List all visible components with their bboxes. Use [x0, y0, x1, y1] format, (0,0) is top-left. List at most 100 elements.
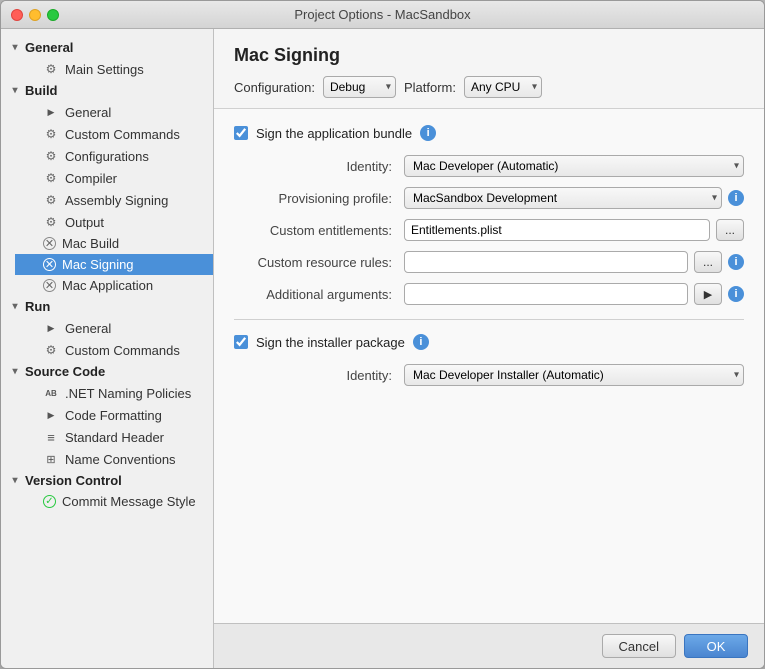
sidebar-item-net-naming[interactable]: AB .NET Naming Policies — [15, 382, 213, 404]
ab-icon: AB — [43, 385, 59, 401]
sidebar-item-build-general[interactable]: ▶ General — [15, 101, 213, 123]
sidebar-item-mac-signing-label: Mac Signing — [62, 257, 134, 272]
sign-installer-info-icon[interactable]: i — [413, 334, 429, 350]
sidebar-item-configurations-label: Configurations — [65, 149, 149, 164]
circle-x-icon: ✕ — [43, 237, 56, 250]
config-select-wrapper: Debug Release — [323, 76, 396, 98]
entitlements-input[interactable] — [404, 219, 710, 241]
gear-icon-3 — [43, 148, 59, 164]
additional-args-info-icon[interactable]: i — [728, 286, 744, 302]
sidebar-item-code-formatting[interactable]: ▶ Code Formatting — [15, 404, 213, 426]
resource-rules-info-icon[interactable]: i — [728, 254, 744, 270]
circle-x-icon-2: ✕ — [43, 279, 56, 292]
gear-icon-6 — [43, 214, 59, 230]
sidebar-item-assembly-signing-label: Assembly Signing — [65, 193, 168, 208]
sidebar-item-compiler[interactable]: Compiler — [15, 167, 213, 189]
sidebar-item-commit-message[interactable]: ✓ Commit Message Style — [15, 491, 213, 512]
sidebar-section-source-label: Source Code — [25, 364, 105, 379]
sign-installer-row: Sign the installer package i — [234, 334, 744, 350]
gear-icon-5 — [43, 192, 59, 208]
sidebar-item-commit-message-label: Commit Message Style — [62, 494, 196, 509]
close-button[interactable] — [11, 9, 23, 21]
expand-arrow-general: ▾ — [9, 42, 21, 54]
sidebar-item-output[interactable]: Output — [15, 211, 213, 233]
expand-arrow-vc: ▾ — [9, 475, 21, 487]
run-group: ▶ General Custom Commands — [1, 317, 213, 361]
additional-args-input[interactable] — [404, 283, 688, 305]
sidebar-section-vc-label: Version Control — [25, 473, 122, 488]
platform-select[interactable]: Any CPU x86 x64 — [464, 76, 542, 98]
expand-arrow-build: ▾ — [9, 85, 21, 97]
sign-installer-checkbox[interactable] — [234, 335, 248, 349]
installer-identity-row: Identity: Mac Developer Installer (Autom… — [234, 364, 744, 386]
identity-control: Mac Developer (Automatic) Mac Developer — [404, 155, 744, 177]
sign-bundle-info-icon[interactable]: i — [420, 125, 436, 141]
sidebar-item-assembly-signing[interactable]: Assembly Signing — [15, 189, 213, 211]
resource-rules-browse-button[interactable]: ... — [694, 251, 722, 273]
sidebar-section-run[interactable]: ▾ Run — [1, 296, 213, 317]
gear-icon-4 — [43, 170, 59, 186]
ok-button[interactable]: OK — [684, 634, 748, 658]
resource-rules-input[interactable] — [404, 251, 688, 273]
cancel-button[interactable]: Cancel — [602, 634, 676, 658]
sidebar-item-standard-header-label: Standard Header — [65, 430, 164, 445]
installer-identity-control: Mac Developer Installer (Automatic) Mac … — [404, 364, 744, 386]
sidebar-section-source-code[interactable]: ▾ Source Code — [1, 361, 213, 382]
sign-bundle-checkbox[interactable] — [234, 126, 248, 140]
grid-icon: ⊞ — [43, 451, 59, 467]
sign-bundle-row: Sign the application bundle i — [234, 125, 744, 141]
gear-icon-2 — [43, 126, 59, 142]
entitlements-control: ... — [404, 219, 744, 241]
identity-select-wrapper: Mac Developer (Automatic) Mac Developer — [404, 155, 744, 177]
sidebar-section-general[interactable]: ▾ General — [1, 37, 213, 58]
sidebar-item-output-label: Output — [65, 215, 104, 230]
sign-installer-label: Sign the installer package — [256, 335, 405, 350]
footer: Cancel OK — [214, 623, 764, 668]
panel-header: Mac Signing Configuration: Debug Release… — [214, 29, 764, 109]
sidebar-item-custom-commands[interactable]: Custom Commands — [15, 123, 213, 145]
entitlements-browse-button[interactable]: ... — [716, 219, 744, 241]
sidebar-section-build[interactable]: ▾ Build — [1, 80, 213, 101]
installer-identity-label: Identity: — [234, 368, 404, 383]
entitlements-row: Custom entitlements: ... — [234, 219, 744, 241]
expand-arrow-source: ▾ — [9, 366, 21, 378]
panel-title: Mac Signing — [234, 45, 744, 66]
build-group: ▶ General Custom Commands Configurations… — [1, 101, 213, 296]
provisioning-select[interactable]: MacSandbox Development — [404, 187, 722, 209]
maximize-button[interactable] — [47, 9, 59, 21]
additional-args-control: ▶ i — [404, 283, 744, 305]
window-title: Project Options - MacSandbox — [294, 7, 470, 22]
traffic-lights — [11, 9, 59, 21]
sidebar-item-mac-application-label: Mac Application — [62, 278, 153, 293]
titlebar: Project Options - MacSandbox — [1, 1, 764, 29]
identity-row: Identity: Mac Developer (Automatic) Mac … — [234, 155, 744, 177]
sidebar-item-main-settings-label: Main Settings — [65, 62, 144, 77]
additional-args-run-button[interactable]: ▶ — [694, 283, 722, 305]
minimize-button[interactable] — [29, 9, 41, 21]
divider — [234, 319, 744, 320]
provisioning-info-icon[interactable]: i — [728, 190, 744, 206]
source-code-group: AB .NET Naming Policies ▶ Code Formattin… — [1, 382, 213, 470]
sidebar-section-version-control[interactable]: ▾ Version Control — [1, 470, 213, 491]
provisioning-select-wrapper: MacSandbox Development — [404, 187, 722, 209]
circle-x-icon-active: ✕ — [43, 258, 56, 271]
resource-rules-row: Custom resource rules: ... i — [234, 251, 744, 273]
arrow-icon-3: ▶ — [43, 407, 59, 423]
main-panel: Mac Signing Configuration: Debug Release… — [214, 29, 764, 668]
sidebar-item-mac-application[interactable]: ✕ Mac Application — [15, 275, 213, 296]
installer-identity-select-wrapper: Mac Developer Installer (Automatic) Mac … — [404, 364, 744, 386]
sidebar-item-mac-build[interactable]: ✕ Mac Build — [15, 233, 213, 254]
gear-icon-7 — [43, 342, 59, 358]
sidebar-item-run-general[interactable]: ▶ General — [15, 317, 213, 339]
sidebar-item-name-conventions[interactable]: ⊞ Name Conventions — [15, 448, 213, 470]
sidebar-item-standard-header[interactable]: ≡ Standard Header — [15, 426, 213, 448]
installer-identity-select[interactable]: Mac Developer Installer (Automatic) Mac … — [404, 364, 744, 386]
sidebar-item-configurations[interactable]: Configurations — [15, 145, 213, 167]
configuration-select[interactable]: Debug Release — [323, 76, 396, 98]
sidebar-item-mac-build-label: Mac Build — [62, 236, 119, 251]
provisioning-label: Provisioning profile: — [234, 191, 404, 206]
sidebar-item-run-custom-commands[interactable]: Custom Commands — [15, 339, 213, 361]
identity-select[interactable]: Mac Developer (Automatic) Mac Developer — [404, 155, 744, 177]
sidebar-item-main-settings[interactable]: Main Settings — [15, 58, 213, 80]
sidebar-item-mac-signing[interactable]: ✕ Mac Signing — [15, 254, 213, 275]
